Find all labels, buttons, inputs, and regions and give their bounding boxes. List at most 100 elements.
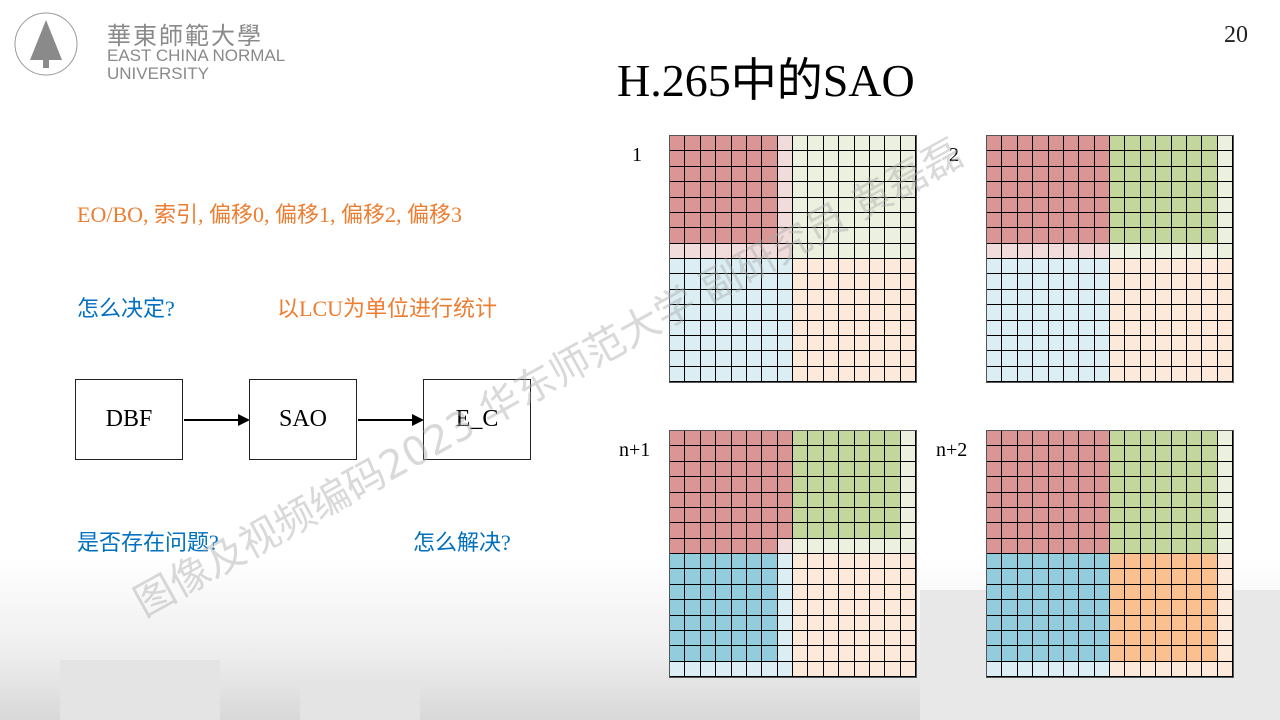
grid-cell	[869, 630, 886, 647]
grid-cell	[823, 228, 840, 244]
grid-cell	[746, 554, 763, 570]
grid-cell	[762, 351, 778, 367]
grid-cell	[854, 492, 870, 508]
grid-cell	[670, 243, 686, 259]
grid-cell	[777, 492, 793, 508]
grid-cell	[1217, 584, 1233, 601]
grid-cell	[1002, 197, 1018, 213]
grid-cell	[1063, 259, 1080, 275]
grid-cell	[762, 166, 778, 183]
grid-cell	[1094, 335, 1110, 352]
grid-cell	[793, 351, 809, 367]
grid-cell	[808, 136, 824, 152]
grid-cell	[1171, 446, 1187, 462]
grid-cell	[746, 431, 763, 447]
grid-cell	[1125, 630, 1141, 647]
grid-cell	[793, 431, 809, 447]
grid-cell	[1156, 228, 1172, 244]
grid-cell	[700, 615, 717, 631]
grid-cell	[1094, 523, 1110, 539]
grid-cell	[1002, 136, 1018, 152]
grid-cell	[808, 615, 824, 631]
grid-cell	[1156, 507, 1172, 524]
grid-cell	[670, 461, 686, 478]
grid-cell	[1048, 630, 1064, 647]
grid-cell	[1202, 243, 1218, 259]
grid-cell	[1156, 569, 1172, 585]
grid-cell	[731, 431, 747, 447]
grid-cell	[762, 197, 778, 213]
grid-cell	[900, 305, 916, 321]
grid-cell	[885, 212, 901, 229]
grid-cell	[731, 320, 747, 336]
grid-cell	[885, 569, 901, 585]
grid-cell	[777, 320, 793, 336]
grid-cell	[1202, 320, 1218, 336]
grid-cell	[1186, 259, 1203, 275]
grid-cell	[1110, 166, 1126, 183]
grid-cell	[1048, 320, 1064, 336]
grid-cell	[1186, 538, 1203, 554]
grid-cell	[1017, 305, 1034, 321]
grid-cell	[1017, 243, 1034, 259]
grid-cell	[1063, 477, 1080, 493]
grid-cell	[777, 136, 793, 152]
grid-cell	[1156, 243, 1172, 259]
grid-cell	[1017, 320, 1034, 336]
lcu-grid-n-plus-1	[669, 430, 917, 678]
grid-cell	[700, 569, 717, 585]
grid-cell	[762, 366, 778, 382]
grid-cell	[1171, 492, 1187, 508]
grid-cell	[1140, 646, 1157, 662]
grid-cell	[987, 274, 1003, 290]
grid-cell	[685, 554, 701, 570]
grid-cell	[1063, 197, 1080, 213]
grid-cell	[808, 320, 824, 336]
grid-cell	[1017, 166, 1034, 183]
grid-cell	[1156, 538, 1172, 554]
grid-cell	[839, 197, 855, 213]
grid-cell	[839, 166, 855, 183]
grid-cell	[1171, 661, 1187, 677]
grid-cell	[839, 136, 855, 152]
grid-cell	[1186, 477, 1203, 493]
grid-cell	[885, 320, 901, 336]
flow-arrow	[184, 414, 250, 426]
grid-cell	[1140, 538, 1157, 554]
grid-cell	[1156, 335, 1172, 352]
grid-cell	[900, 523, 916, 539]
grid-cell	[685, 305, 701, 321]
grid-cell	[900, 243, 916, 259]
grid-cell	[716, 507, 732, 524]
grid-cell	[1094, 630, 1110, 647]
grid-cell	[854, 461, 870, 478]
grid-cell	[1125, 554, 1141, 570]
grid-cell	[987, 661, 1003, 677]
grid-cell	[700, 646, 717, 662]
grid-cell	[854, 274, 870, 290]
grid-cell	[1063, 136, 1080, 152]
grid-cell	[1017, 615, 1034, 631]
grid-cell	[716, 212, 732, 229]
grid-cell	[1110, 228, 1126, 244]
grid-cell	[700, 523, 717, 539]
grid-cell	[1140, 569, 1157, 585]
grid-cell	[1002, 523, 1018, 539]
grid-cell	[1140, 212, 1157, 229]
grid-cell	[869, 554, 886, 570]
grid-cell	[885, 182, 901, 198]
grid-cell	[1048, 661, 1064, 677]
grid-cell	[1048, 259, 1064, 275]
grid-cell	[987, 523, 1003, 539]
grid-cell	[1079, 182, 1095, 198]
grid-cell	[670, 615, 686, 631]
grid-cell	[700, 461, 717, 478]
grid-cell	[1171, 151, 1187, 167]
grid-cell	[1017, 584, 1034, 601]
grid-cell	[1033, 569, 1049, 585]
grid-cell	[987, 538, 1003, 554]
grid-cell	[1048, 243, 1064, 259]
grid-cell	[1017, 197, 1034, 213]
grid-cell	[762, 151, 778, 167]
grid-cell	[823, 461, 840, 478]
